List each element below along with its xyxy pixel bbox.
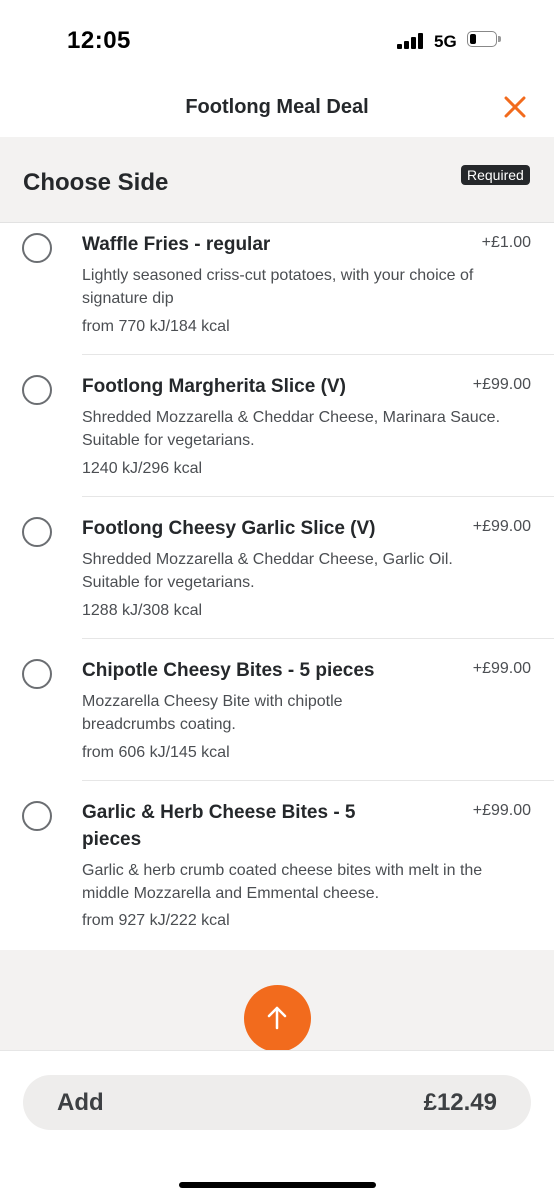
option-description: Shredded Mozzarella & Cheddar Cheese, Ga… — [82, 551, 453, 591]
status-time: 12:05 — [67, 27, 131, 54]
side-options-list: Waffle Fries - regular +£1.00 Lightly se… — [0, 223, 554, 950]
option-name: Footlong Margherita Slice (V) — [82, 376, 346, 397]
radio-button[interactable] — [22, 233, 52, 263]
page-title: Footlong Meal Deal — [185, 96, 369, 118]
option-price: +£99.00 — [472, 660, 531, 677]
option-calories: 1240 kJ/296 kcal — [82, 460, 203, 477]
arrow-up-icon — [267, 1006, 287, 1030]
add-to-order-button[interactable]: Add £12.49 — [23, 1075, 531, 1130]
list-item[interactable]: Footlong Cheesy Garlic Slice (V) +£99.00… — [0, 497, 554, 639]
option-calories: from 927 kJ/222 kcal — [82, 912, 230, 929]
battery-icon — [467, 31, 502, 49]
signal-icon — [397, 33, 427, 49]
footer: Add £12.49 — [0, 1050, 554, 1201]
scroll-to-top-button[interactable] — [244, 985, 311, 1052]
option-name: Chipotle Cheesy Bites - 5 pieces — [82, 660, 375, 681]
option-description: Mozzarella Cheesy Bite with chipotle bre… — [82, 693, 343, 733]
radio-button[interactable] — [22, 517, 52, 547]
option-description: Shredded Mozzarella & Cheddar Cheese, Ma… — [82, 409, 501, 449]
list-item[interactable]: Chipotle Cheesy Bites - 5 pieces +£99.00… — [0, 639, 554, 781]
option-calories: from 606 kJ/145 kcal — [82, 744, 230, 761]
close-button[interactable] — [500, 92, 530, 122]
option-calories: from 770 kJ/184 kcal — [82, 318, 230, 335]
option-name: Waffle Fries - regular — [82, 234, 271, 255]
section-header: Choose Side Required — [0, 137, 554, 223]
add-button-label: Add — [57, 1089, 104, 1116]
list-item[interactable]: Footlong Margherita Slice (V) +£99.00 Sh… — [0, 355, 554, 497]
option-price: +£99.00 — [472, 802, 531, 819]
option-description: Garlic & herb crumb coated cheese bites … — [82, 862, 483, 902]
list-item[interactable]: Garlic & Herb Cheese Bites - 5 pieces +£… — [0, 781, 554, 950]
status-bar: 12:05 5G — [0, 0, 554, 80]
radio-button[interactable] — [22, 659, 52, 689]
list-item[interactable]: Waffle Fries - regular +£1.00 Lightly se… — [0, 223, 554, 355]
home-indicator[interactable] — [179, 1182, 376, 1188]
network-type: 5G — [434, 32, 457, 51]
option-name: Footlong Cheesy Garlic Slice (V) — [82, 518, 376, 539]
option-price: +£99.00 — [472, 518, 531, 535]
option-description: Lightly seasoned criss-cut potatoes, wit… — [82, 267, 474, 307]
close-icon — [504, 96, 526, 118]
radio-button[interactable] — [22, 375, 52, 405]
option-price: +£1.00 — [481, 234, 531, 251]
required-badge: Required — [461, 165, 530, 185]
modal-header: Footlong Meal Deal — [0, 80, 554, 137]
option-price: +£99.00 — [472, 376, 531, 393]
radio-button[interactable] — [22, 801, 52, 831]
section-title: Choose Side — [23, 169, 169, 196]
option-calories: 1288 kJ/308 kcal — [82, 602, 203, 619]
total-price: £12.49 — [423, 1089, 497, 1116]
option-name: Garlic & Herb Cheese Bites - 5 pieces — [82, 802, 356, 850]
